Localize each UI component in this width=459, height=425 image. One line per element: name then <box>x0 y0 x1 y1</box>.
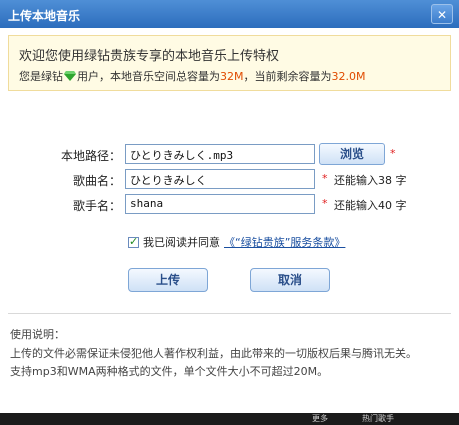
usage-heading: 使用说明： <box>10 328 65 341</box>
green-diamond-icon <box>64 71 76 81</box>
browse-button[interactable]: 浏览 <box>319 143 385 165</box>
upload-button[interactable]: 上传 <box>128 268 208 292</box>
background-more-text: 更多 <box>312 414 328 423</box>
close-button[interactable]: ✕ <box>431 4 453 24</box>
song-name-field[interactable]: ひとりきみしく <box>125 169 315 189</box>
total-capacity: 32M <box>220 70 244 83</box>
required-mark: * <box>322 197 328 210</box>
notice-prefix: 您是绿钻 <box>19 70 63 83</box>
cancel-button[interactable]: 取消 <box>250 268 330 292</box>
privilege-notice: 欢迎您使用绿钻贵族专享的本地音乐上传特权 您是绿钻 用户，本地音乐空间总容量为32… <box>8 35 451 91</box>
path-label: 本地路径： <box>60 149 121 163</box>
singer-label: 歌手名： <box>72 199 121 213</box>
close-icon: ✕ <box>436 8 448 22</box>
singer-name-field[interactable]: shana <box>125 194 315 214</box>
required-mark: * <box>390 147 396 160</box>
agreement-row: 我已阅读并同意 《“绿钻贵族”服务条款》 <box>128 234 345 250</box>
singer-remaining-hint: 还能输入40 字 <box>334 199 407 212</box>
path-field[interactable]: ひとりきみしく.mp3 <box>125 144 315 164</box>
usage-line-copyright: 上传的文件必需保证未侵犯他人著作权利益，由此带来的一切版权后果与腾讯无关。 <box>10 347 417 360</box>
title-bar: 上传本地音乐 ✕ <box>0 0 459 28</box>
remaining-label: ，当前剩余容量为 <box>243 70 332 83</box>
terms-link[interactable]: 《“绿钻贵族”服务条款》 <box>224 234 345 250</box>
notice-capacity-text: 您是绿钻 用户，本地音乐空间总容量为32M，当前剩余容量为32.0M <box>19 68 365 84</box>
agree-checkbox[interactable] <box>128 235 139 248</box>
window-title: 上传本地音乐 <box>8 9 81 23</box>
notice-welcome-text: 欢迎您使用绿钻贵族专享的本地音乐上传特权 <box>19 49 280 64</box>
song-label: 歌曲名： <box>72 174 121 188</box>
required-mark: * <box>322 172 328 185</box>
remaining-capacity: 32.0M <box>331 70 366 83</box>
background-singers-text: 热门歌手 <box>362 414 394 423</box>
divider <box>8 313 451 314</box>
song-remaining-hint: 还能输入38 字 <box>334 174 407 187</box>
agree-text: 我已阅读并同意 <box>143 236 220 249</box>
background-page-strip: 更多 热门歌手 <box>0 413 459 425</box>
notice-suffix: 用户，本地音乐空间总容量为 <box>77 70 220 83</box>
usage-line-format: 支持mp3和WMA两种格式的文件，单个文件大小不可超过20M。 <box>10 365 329 378</box>
